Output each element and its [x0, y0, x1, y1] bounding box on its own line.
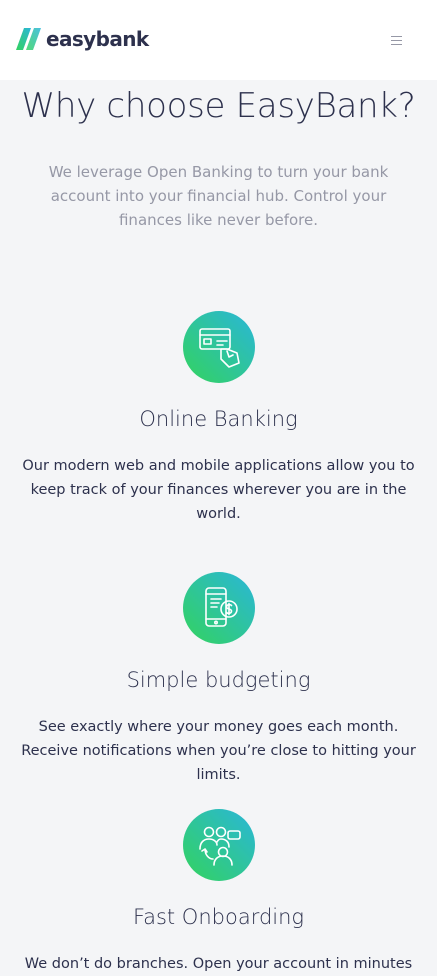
feature-text: Our modern web and mobile applications a…	[22, 458, 415, 522]
budgeting-icon	[183, 572, 255, 644]
feature-text: We don’t do branches. Open your account …	[24, 956, 413, 972]
logo-mark-icon	[16, 28, 41, 50]
why-choose-section: Why choose EasyBank? We leverage Open Ba…	[0, 80, 437, 972]
brand-name: easybank	[46, 27, 149, 51]
hamburger-menu-icon[interactable]	[390, 33, 404, 47]
onboarding-icon	[183, 809, 255, 881]
feature-title: Simple budgeting	[126, 668, 311, 692]
easybank-logo[interactable]: easybank	[16, 28, 149, 50]
page-title: Why choose EasyBank?	[21, 86, 416, 126]
feature-text: See exactly where your money goes each m…	[21, 719, 416, 783]
online-banking-icon	[183, 311, 255, 383]
feature-title: Online Banking	[139, 407, 298, 431]
feature-title: Fast Onboarding	[132, 905, 305, 929]
intro-text: We leverage Open Banking to turn your ba…	[48, 163, 389, 229]
site-header: easybank	[0, 0, 437, 80]
